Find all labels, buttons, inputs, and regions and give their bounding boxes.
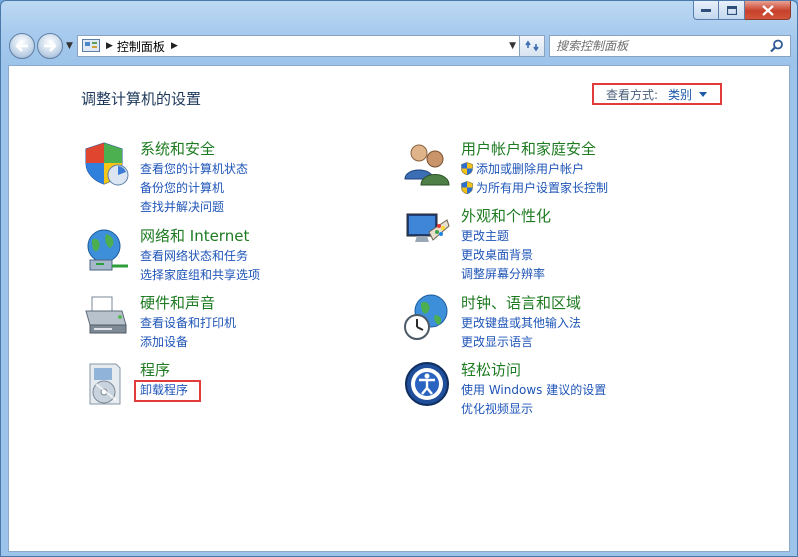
- link-change-theme[interactable]: 更改主题: [461, 227, 545, 246]
- close-icon: [761, 4, 774, 16]
- category-title[interactable]: 外观和个性化: [461, 205, 551, 226]
- refresh-icon: [525, 40, 539, 52]
- link-display-language[interactable]: 更改显示语言: [461, 333, 581, 352]
- link-add-remove-accounts[interactable]: 添加或删除用户帐户: [461, 160, 608, 179]
- printer-icon: [85, 296, 127, 334]
- users-icon: [404, 144, 450, 186]
- link-backup-computer[interactable]: 备份您的计算机: [140, 179, 248, 198]
- breadcrumb-separator-icon[interactable]: ▶: [171, 41, 178, 51]
- view-by-selector[interactable]: 查看方式: 类别: [592, 83, 722, 105]
- page-title: 调整计算机的设置: [81, 90, 202, 108]
- category-title[interactable]: 硬件和声音: [140, 292, 215, 313]
- back-arrow-icon: [15, 40, 28, 52]
- recent-pages-dropdown[interactable]: ▼: [66, 41, 73, 51]
- category-title[interactable]: 轻松访问: [461, 359, 521, 380]
- link-change-input-method[interactable]: 更改键盘或其他输入法: [461, 314, 581, 333]
- maximize-icon: [726, 5, 737, 15]
- control-panel-content: 调整计算机的设置 查看方式: 类别 系统和安全 查看您的计算机状态 备份您的计算…: [8, 65, 790, 552]
- link-text[interactable]: 添加或删除用户帐户: [476, 162, 584, 176]
- control-panel-window: ▼ ▶ 控制面板 ▶ ▼ 调整计算机的设置: [0, 0, 798, 557]
- clock-globe-icon: [404, 294, 448, 340]
- view-by-value[interactable]: 类别: [668, 86, 692, 103]
- navigation-bar: ▼ ▶ 控制面板 ▶ ▼: [9, 33, 791, 59]
- link-network-status[interactable]: 查看网络状态和任务: [140, 247, 260, 266]
- control-panel-icon: [82, 39, 100, 52]
- refresh-button[interactable]: [519, 35, 545, 57]
- link-homegroup-sharing[interactable]: 选择家庭组和共享选项: [140, 266, 260, 285]
- breadcrumb-control-panel[interactable]: 控制面板: [117, 38, 165, 55]
- category-title[interactable]: 用户帐户和家庭安全: [461, 138, 596, 159]
- caption-buttons: [693, 1, 791, 20]
- minimize-icon: [701, 9, 711, 12]
- link-desktop-background[interactable]: 更改桌面背景: [461, 246, 545, 265]
- category-title[interactable]: 系统和安全: [140, 138, 215, 159]
- link-screen-resolution[interactable]: 调整屏幕分辨率: [461, 265, 545, 284]
- category-title[interactable]: 网络和 Internet: [140, 225, 249, 246]
- link-text[interactable]: 为所有用户设置家长控制: [476, 181, 608, 195]
- link-devices-printers[interactable]: 查看设备和打印机: [140, 314, 236, 333]
- link-add-device[interactable]: 添加设备: [140, 333, 236, 352]
- network-globe-icon: [87, 229, 128, 271]
- security-shield-icon: [85, 142, 129, 186]
- category-title[interactable]: 时钟、语言和区域: [461, 292, 581, 313]
- view-by-label: 查看方式:: [606, 87, 659, 102]
- link-parental-controls[interactable]: 为所有用户设置家长控制: [461, 179, 608, 198]
- search-icon[interactable]: [770, 39, 784, 53]
- monitor-palette-icon: [406, 213, 450, 242]
- search-input[interactable]: [556, 39, 756, 53]
- maximize-button[interactable]: [719, 1, 745, 20]
- address-bar[interactable]: ▶ 控制面板 ▶ ▼: [77, 35, 523, 57]
- breadcrumb-separator-icon[interactable]: ▶: [106, 41, 113, 51]
- link-view-computer-status[interactable]: 查看您的计算机状态: [140, 160, 248, 179]
- ease-of-access-icon: [405, 362, 449, 406]
- uac-shield-icon: [461, 162, 473, 175]
- back-button[interactable]: [9, 33, 35, 59]
- close-button[interactable]: [745, 1, 791, 20]
- forward-button[interactable]: [37, 33, 63, 59]
- forward-arrow-icon: [44, 40, 57, 52]
- category-title[interactable]: 程序: [140, 359, 170, 380]
- link-optimize-display[interactable]: 优化视频显示: [461, 400, 606, 419]
- uac-shield-icon: [461, 181, 473, 194]
- minimize-button[interactable]: [693, 1, 719, 20]
- link-recommended-settings[interactable]: 使用 Windows 建议的设置: [461, 381, 606, 400]
- uninstall-highlight-box: [134, 380, 201, 402]
- link-troubleshoot[interactable]: 查找并解决问题: [140, 198, 248, 217]
- programs-disc-icon: [89, 363, 121, 405]
- view-by-dropdown-icon[interactable]: [699, 92, 708, 97]
- address-dropdown-icon[interactable]: ▼: [509, 41, 516, 51]
- search-box[interactable]: [549, 35, 791, 57]
